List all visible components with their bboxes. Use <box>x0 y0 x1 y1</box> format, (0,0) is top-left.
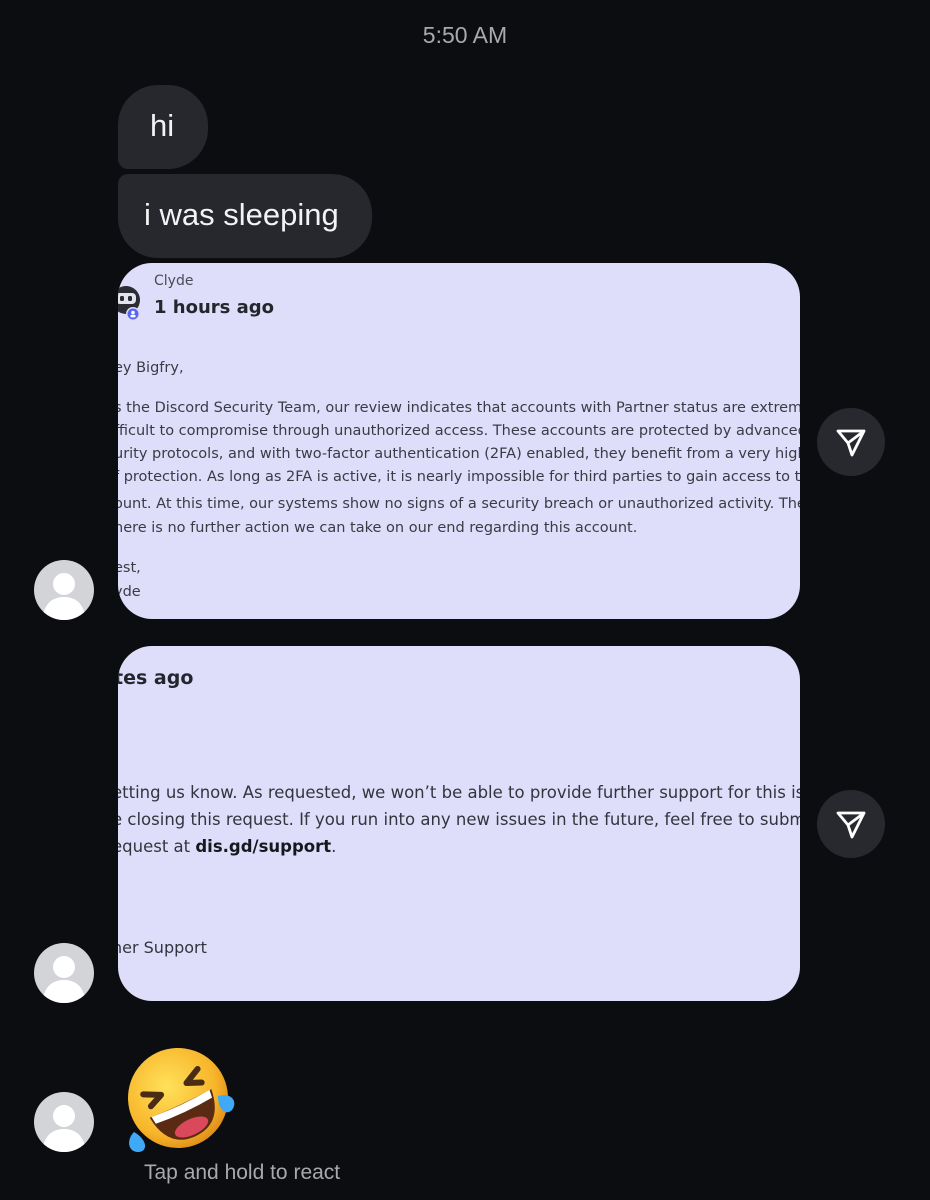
share-button[interactable] <box>817 408 885 476</box>
message-text: i was sleeping <box>144 197 339 232</box>
message-time-ago: 1 hours ago <box>154 297 275 318</box>
message-bubble[interactable]: i was sleeping <box>118 174 372 258</box>
message-bubble[interactable]: hi <box>118 85 208 169</box>
shared-image-screenshot[interactable]: tes ago etting us know. As requested, we… <box>118 646 800 1001</box>
reaction-hint-text: Tap and hold to react <box>144 1161 341 1184</box>
share-button[interactable] <box>817 790 885 858</box>
message-text: hi <box>150 108 175 143</box>
email-body-line: f protection. As long as 2FA is active, … <box>118 469 800 485</box>
email-body-text: equest at <box>118 837 196 856</box>
email-body-line: e closing this request. If you run into … <box>118 810 800 829</box>
email-body-line: here is no further action we can take on… <box>118 520 638 536</box>
send-icon <box>836 429 866 457</box>
email-greeting: ey Bigfry, <box>118 360 184 376</box>
email-signature: ner Support <box>118 938 207 957</box>
default-profile-icon <box>42 1105 86 1152</box>
bot-avatar-icon <box>118 281 146 323</box>
email-signoff: est, <box>118 560 141 576</box>
shared-image-screenshot[interactable]: Clyde 1 hours ago ey Bigfry, s the Disco… <box>118 263 800 619</box>
rolling-laughing-emoji-icon[interactable] <box>120 1040 236 1156</box>
email-body-text: . <box>331 837 337 856</box>
support-link[interactable]: dis.gd/support <box>195 837 331 856</box>
sender-name: Clyde <box>154 273 194 289</box>
email-body-line: ount. At this time, our systems show no … <box>118 496 800 512</box>
default-profile-icon <box>42 573 86 620</box>
avatar[interactable] <box>34 560 94 620</box>
email-body-line: fficult to compromise through unauthoriz… <box>118 423 800 439</box>
email-signature: yde <box>118 584 141 600</box>
avatar[interactable] <box>34 943 94 1003</box>
email-body-line: etting us know. As requested, we won’t b… <box>118 783 800 802</box>
avatar[interactable] <box>34 1092 94 1152</box>
message-timestamp: 5:50 AM <box>422 22 508 48</box>
email-body-line: urity protocols, and with two-factor aut… <box>118 446 800 462</box>
message-time-ago: tes ago <box>118 667 194 689</box>
email-body-line: equest at dis.gd/support. <box>118 837 336 856</box>
default-profile-icon <box>42 956 86 1003</box>
email-body-line: s the Discord Security Team, our review … <box>118 400 800 416</box>
send-icon <box>836 811 866 839</box>
